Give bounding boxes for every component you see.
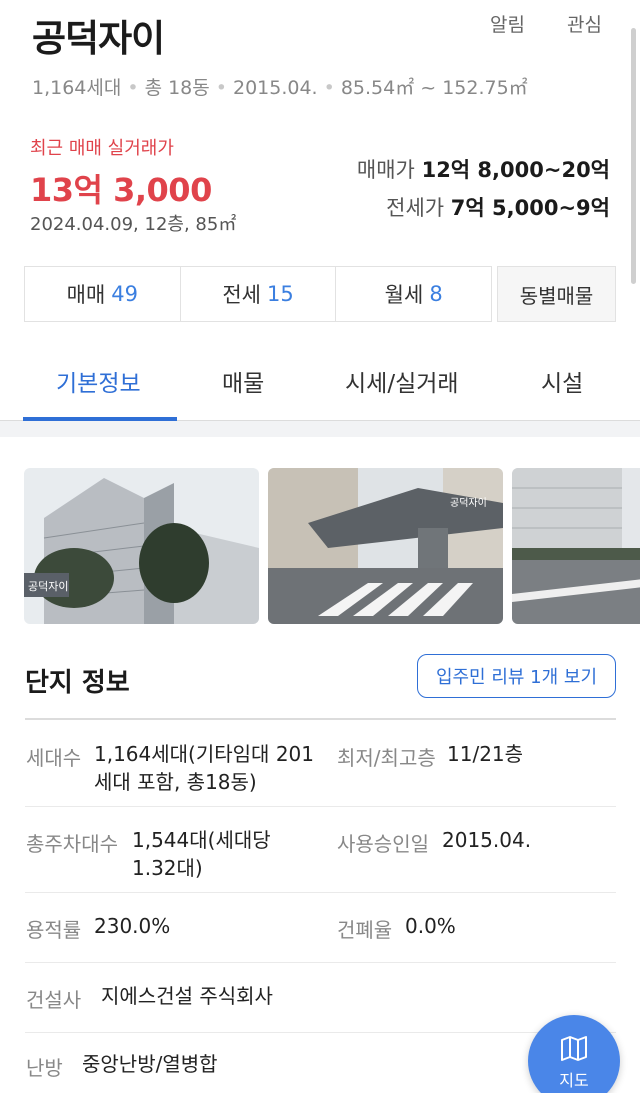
scrollbar[interactable]	[631, 28, 636, 284]
building-coverage-label: 건폐율	[337, 918, 393, 942]
sale-range-value: 12억 8,000~20억	[421, 158, 610, 182]
approval-label: 사용승인일	[337, 832, 429, 856]
households-value-line2: 세대 포함, 총18동)	[94, 770, 257, 794]
entrance-photo-image	[268, 468, 503, 624]
floors-label: 최저/최고층	[337, 746, 436, 770]
building-coverage-value: 0.0%	[405, 914, 456, 938]
building-count: 총 18동	[144, 77, 210, 99]
complex-meta: 1,164세대 • 총 18동 • 2015.04. • 85.54㎡ ~ 152.75㎡	[32, 73, 528, 100]
complex-photo-2[interactable]: 공덕자이	[268, 468, 503, 624]
count-value: 15	[266, 282, 294, 306]
count-value: 8	[429, 282, 443, 306]
row-divider	[25, 962, 616, 963]
count-label: 월세	[384, 283, 424, 307]
section-divider	[25, 718, 616, 720]
complex-title: 공덕자이	[32, 17, 165, 60]
tab-facilities[interactable]: 시설	[541, 364, 583, 398]
count-label: 매매	[66, 283, 106, 307]
tab-basic-info[interactable]: 기본정보	[56, 364, 141, 398]
jeonse-range-label: 전세가	[386, 196, 445, 220]
map-button-label: 지도	[559, 1071, 589, 1090]
builder-value: 지에스건설 주식회사	[101, 984, 273, 1008]
complex-photo-1[interactable]: 공덕자이	[24, 468, 259, 624]
count-label: 전세	[222, 283, 261, 307]
floors-value: 11/21층	[447, 742, 524, 766]
map-icon	[561, 1036, 587, 1061]
recent-price-value: 13억 3,000	[30, 171, 212, 209]
grounds-photo-image	[512, 468, 640, 624]
apartment-photo-image	[24, 468, 259, 624]
monthly-rent-count-tab[interactable]: 월세 8	[336, 267, 491, 321]
complex-header: 공덕자이 알림 관심 1,164세대 • 총 18동 • 2015.04. • 85.54㎡…	[0, 0, 640, 120]
tab-listings[interactable]: 매물	[222, 364, 264, 398]
heating-value: 중앙난방/열병합	[82, 1052, 218, 1076]
area-range: 85.54㎡ ~ 152.75㎡	[340, 77, 528, 99]
floor-area-ratio-label: 용적률	[26, 918, 82, 942]
approval-date: 2015.04.	[232, 77, 318, 99]
floor-area-ratio-value: 230.0%	[94, 914, 171, 938]
favorite-button[interactable]: 관심	[567, 10, 602, 37]
jeonse-count-tab[interactable]: 전세 15	[181, 267, 337, 321]
tab-price-transactions[interactable]: 시세/실거래	[345, 364, 459, 398]
households-value-line1: 1,164세대(기타임대 201	[94, 742, 314, 766]
row-divider	[25, 1032, 616, 1033]
sale-price-range: 매매가 12억 8,000~20억	[357, 154, 610, 184]
map-button[interactable]: 지도	[528, 1015, 620, 1093]
count-value: 49	[111, 282, 139, 306]
households-label: 세대수	[26, 746, 82, 770]
main-tab-bar: 기본정보 매물 시세/실거래 시설	[0, 340, 640, 421]
separator-dot: •	[323, 77, 335, 99]
alarm-button[interactable]: 알림	[490, 10, 525, 37]
resident-review-button[interactable]: 입주민 리뷰 1개 보기	[417, 654, 616, 698]
separator-dot: •	[127, 77, 139, 99]
jeonse-price-range: 전세가 7억 5,000~9억	[386, 192, 610, 222]
recent-price-detail: 2024.04.09, 12층, 85㎡	[30, 214, 237, 235]
complex-photo-3[interactable]	[512, 468, 640, 624]
listing-count-tabs: 매매 49 전세 15 월세 8	[24, 266, 492, 322]
household-count: 1,164세대	[32, 77, 122, 99]
parking-value-line1: 1,544대(세대당	[132, 828, 271, 852]
row-divider	[25, 806, 616, 807]
approval-value: 2015.04.	[442, 828, 532, 852]
sale-count-tab[interactable]: 매매 49	[25, 267, 181, 321]
sale-range-label: 매매가	[356, 158, 415, 182]
row-divider	[25, 892, 616, 893]
recent-price-label: 최근 매매 실거래가	[30, 138, 174, 159]
complex-detail-page: 공덕자이 알림 관심 1,164세대 • 총 18동 • 2015.04. • 85.54㎡…	[0, 0, 640, 1093]
parking-label: 총주차대수	[26, 832, 118, 856]
complex-info-title: 단지 정보	[25, 668, 130, 698]
separator-dot: •	[215, 77, 227, 99]
section-gap	[0, 421, 640, 437]
photo-sign-text: 공덕자이	[28, 580, 69, 593]
listings-by-building-button[interactable]: 동별매물	[497, 266, 616, 322]
heating-label: 난방	[26, 1056, 63, 1080]
jeonse-range-value: 7억 5,000~9억	[450, 196, 610, 220]
builder-label: 건설사	[26, 988, 82, 1012]
photo-sign-text: 공덕자이	[450, 498, 487, 509]
parking-value-line2: 1.32대)	[132, 856, 203, 880]
